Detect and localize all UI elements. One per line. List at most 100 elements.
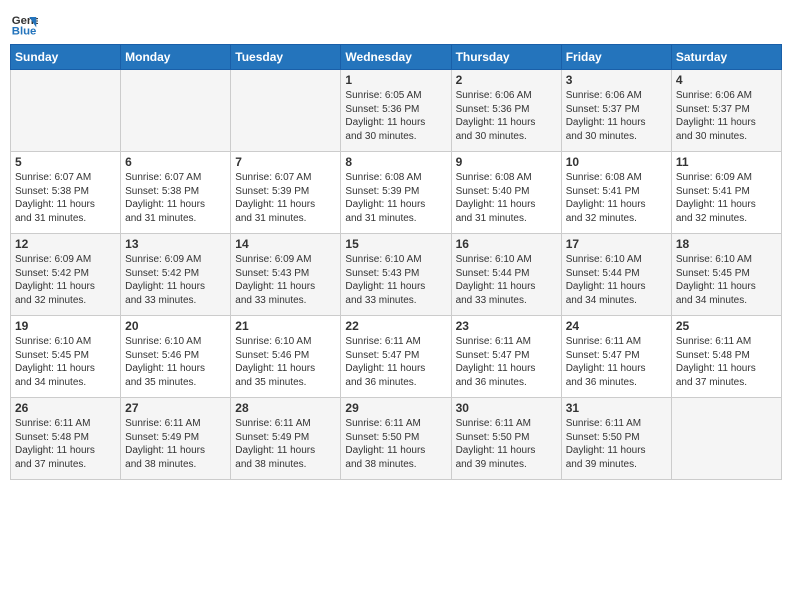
day-info: Sunrise: 6:10 AM Sunset: 5:45 PM Dayligh…	[676, 253, 777, 307]
calendar-table: SundayMondayTuesdayWednesdayThursdayFrid…	[10, 44, 782, 480]
header-cell-friday: Friday	[561, 45, 671, 70]
day-cell: 23 Sunrise: 6:11 AM Sunset: 5:47 PM Dayli…	[451, 316, 561, 398]
day-cell: 28 Sunrise: 6:11 AM Sunset: 5:49 PM Dayli…	[231, 398, 341, 480]
header-cell-monday: Monday	[121, 45, 231, 70]
day-info: Sunrise: 6:10 AM Sunset: 5:43 PM Dayligh…	[345, 253, 446, 307]
day-info: Sunrise: 6:10 AM Sunset: 5:45 PM Dayligh…	[15, 335, 116, 389]
header-cell-wednesday: Wednesday	[341, 45, 451, 70]
day-number: 22	[345, 319, 446, 333]
day-cell: 26 Sunrise: 6:11 AM Sunset: 5:48 PM Dayli…	[11, 398, 121, 480]
day-number: 4	[676, 73, 777, 87]
day-cell: 24 Sunrise: 6:11 AM Sunset: 5:47 PM Dayli…	[561, 316, 671, 398]
day-cell: 1 Sunrise: 6:05 AM Sunset: 5:36 PM Daylig…	[341, 70, 451, 152]
page-header: General Blue	[10, 10, 782, 38]
day-cell: 29 Sunrise: 6:11 AM Sunset: 5:50 PM Dayli…	[341, 398, 451, 480]
day-number: 27	[125, 401, 226, 415]
header-cell-thursday: Thursday	[451, 45, 561, 70]
day-cell: 14Sunrise: 6:09 AM Sunset: 5:43 PM Dayli…	[231, 234, 341, 316]
day-cell: 10 Sunrise: 6:08 AM Sunset: 5:41 PM Dayli…	[561, 152, 671, 234]
day-cell	[231, 70, 341, 152]
header-cell-sunday: Sunday	[11, 45, 121, 70]
day-cell: 27 Sunrise: 6:11 AM Sunset: 5:49 PM Dayli…	[121, 398, 231, 480]
day-number: 24	[566, 319, 667, 333]
week-row-4: 19 Sunrise: 6:10 AM Sunset: 5:45 PM Dayli…	[11, 316, 782, 398]
day-info: Sunrise: 6:11 AM Sunset: 5:49 PM Dayligh…	[125, 417, 226, 471]
day-number: 8	[345, 155, 446, 169]
day-number: 18	[676, 237, 777, 251]
day-info: Sunrise: 6:06 AM Sunset: 5:37 PM Dayligh…	[566, 89, 667, 143]
day-info: Sunrise: 6:11 AM Sunset: 5:50 PM Dayligh…	[345, 417, 446, 471]
day-cell: 20Sunrise: 6:10 AM Sunset: 5:46 PM Dayli…	[121, 316, 231, 398]
day-info: Sunrise: 6:11 AM Sunset: 5:47 PM Dayligh…	[566, 335, 667, 389]
day-info: Sunrise: 6:07 AM Sunset: 5:38 PM Dayligh…	[15, 171, 116, 225]
day-cell	[11, 70, 121, 152]
day-info: Sunrise: 6:11 AM Sunset: 5:50 PM Dayligh…	[456, 417, 557, 471]
day-cell: 25Sunrise: 6:11 AM Sunset: 5:48 PM Dayli…	[671, 316, 781, 398]
day-number: 25	[676, 319, 777, 333]
day-cell: 16Sunrise: 6:10 AM Sunset: 5:44 PM Dayli…	[451, 234, 561, 316]
day-cell: 12Sunrise: 6:09 AM Sunset: 5:42 PM Dayli…	[11, 234, 121, 316]
day-cell: 11 Sunrise: 6:09 AM Sunset: 5:41 PM Dayli…	[671, 152, 781, 234]
day-number: 23	[456, 319, 557, 333]
day-number: 10	[566, 155, 667, 169]
day-cell: 7Sunrise: 6:07 AM Sunset: 5:39 PM Daylig…	[231, 152, 341, 234]
day-info: Sunrise: 6:05 AM Sunset: 5:36 PM Dayligh…	[345, 89, 446, 143]
day-cell: 9Sunrise: 6:08 AM Sunset: 5:40 PM Daylig…	[451, 152, 561, 234]
day-info: Sunrise: 6:10 AM Sunset: 5:46 PM Dayligh…	[235, 335, 336, 389]
day-cell	[671, 398, 781, 480]
day-number: 28	[235, 401, 336, 415]
day-info: Sunrise: 6:09 AM Sunset: 5:42 PM Dayligh…	[125, 253, 226, 307]
day-number: 11	[676, 155, 777, 169]
header-cell-tuesday: Tuesday	[231, 45, 341, 70]
day-cell: 21 Sunrise: 6:10 AM Sunset: 5:46 PM Dayli…	[231, 316, 341, 398]
day-info: Sunrise: 6:10 AM Sunset: 5:44 PM Dayligh…	[566, 253, 667, 307]
day-cell: 4 Sunrise: 6:06 AM Sunset: 5:37 PM Daylig…	[671, 70, 781, 152]
week-row-2: 5 Sunrise: 6:07 AM Sunset: 5:38 PM Daylig…	[11, 152, 782, 234]
day-info: Sunrise: 6:11 AM Sunset: 5:47 PM Dayligh…	[345, 335, 446, 389]
day-number: 21	[235, 319, 336, 333]
day-number: 26	[15, 401, 116, 415]
day-number: 19	[15, 319, 116, 333]
day-info: Sunrise: 6:06 AM Sunset: 5:37 PM Dayligh…	[676, 89, 777, 143]
day-number: 20	[125, 319, 226, 333]
day-cell: 31 Sunrise: 6:11 AM Sunset: 5:50 PM Dayli…	[561, 398, 671, 480]
day-number: 29	[345, 401, 446, 415]
svg-text:Blue: Blue	[12, 26, 37, 38]
day-number: 15	[345, 237, 446, 251]
day-number: 6	[125, 155, 226, 169]
day-info: Sunrise: 6:08 AM Sunset: 5:40 PM Dayligh…	[456, 171, 557, 225]
day-number: 30	[456, 401, 557, 415]
day-number: 2	[456, 73, 557, 87]
day-info: Sunrise: 6:06 AM Sunset: 5:36 PM Dayligh…	[456, 89, 557, 143]
day-cell: 15 Sunrise: 6:10 AM Sunset: 5:43 PM Dayli…	[341, 234, 451, 316]
day-info: Sunrise: 6:11 AM Sunset: 5:49 PM Dayligh…	[235, 417, 336, 471]
day-info: Sunrise: 6:07 AM Sunset: 5:38 PM Dayligh…	[125, 171, 226, 225]
day-cell: 8 Sunrise: 6:08 AM Sunset: 5:39 PM Daylig…	[341, 152, 451, 234]
day-number: 1	[345, 73, 446, 87]
day-cell: 30 Sunrise: 6:11 AM Sunset: 5:50 PM Dayli…	[451, 398, 561, 480]
day-number: 5	[15, 155, 116, 169]
day-cell: 19 Sunrise: 6:10 AM Sunset: 5:45 PM Dayli…	[11, 316, 121, 398]
day-info: Sunrise: 6:09 AM Sunset: 5:43 PM Dayligh…	[235, 253, 336, 307]
week-row-1: 1 Sunrise: 6:05 AM Sunset: 5:36 PM Daylig…	[11, 70, 782, 152]
day-number: 13	[125, 237, 226, 251]
day-cell: 22 Sunrise: 6:11 AM Sunset: 5:47 PM Dayli…	[341, 316, 451, 398]
day-info: Sunrise: 6:11 AM Sunset: 5:50 PM Dayligh…	[566, 417, 667, 471]
day-cell: 18 Sunrise: 6:10 AM Sunset: 5:45 PM Dayli…	[671, 234, 781, 316]
logo: General Blue	[10, 10, 42, 38]
day-number: 17	[566, 237, 667, 251]
day-info: Sunrise: 6:08 AM Sunset: 5:39 PM Dayligh…	[345, 171, 446, 225]
day-info: Sunrise: 6:11 AM Sunset: 5:47 PM Dayligh…	[456, 335, 557, 389]
day-info: Sunrise: 6:11 AM Sunset: 5:48 PM Dayligh…	[15, 417, 116, 471]
calendar-body: 1 Sunrise: 6:05 AM Sunset: 5:36 PM Daylig…	[11, 70, 782, 480]
logo-icon: General Blue	[10, 10, 38, 38]
calendar-header: SundayMondayTuesdayWednesdayThursdayFrid…	[11, 45, 782, 70]
day-info: Sunrise: 6:09 AM Sunset: 5:41 PM Dayligh…	[676, 171, 777, 225]
header-row: SundayMondayTuesdayWednesdayThursdayFrid…	[11, 45, 782, 70]
day-cell: 5 Sunrise: 6:07 AM Sunset: 5:38 PM Daylig…	[11, 152, 121, 234]
day-info: Sunrise: 6:08 AM Sunset: 5:41 PM Dayligh…	[566, 171, 667, 225]
day-cell: 13 Sunrise: 6:09 AM Sunset: 5:42 PM Dayli…	[121, 234, 231, 316]
day-number: 31	[566, 401, 667, 415]
day-number: 3	[566, 73, 667, 87]
day-number: 16	[456, 237, 557, 251]
